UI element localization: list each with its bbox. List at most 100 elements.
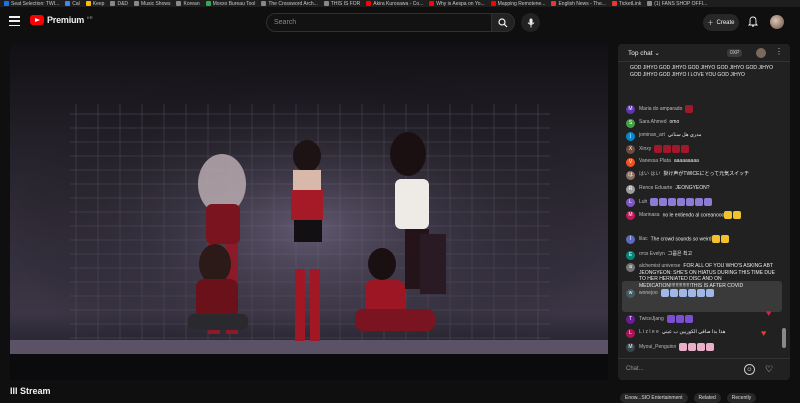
chat-message-body: はい はい 掛け声がTWICEにとって元気スイッチ (639, 171, 749, 178)
chat-author-name[interactable]: Myoui_Penguinn (639, 344, 676, 350)
chat-message[interactable]: M Marinasa no le entiendo al coreanooo (626, 211, 776, 220)
account-avatar[interactable] (770, 15, 784, 29)
chip[interactable]: Enow...SIO Entertainment (620, 393, 688, 403)
chat-mode-label: Top chat (628, 49, 653, 57)
chat-author-name[interactable]: Xinxy (639, 146, 651, 152)
emoji-icon (687, 289, 696, 297)
chat-author-avatar[interactable]: X (626, 145, 635, 154)
chat-author-name[interactable]: Maria do amparado (639, 106, 682, 112)
bookmark-item[interactable]: Cal (65, 1, 80, 7)
bookmark-item[interactable]: Moxxo Bureau Tool (205, 1, 255, 7)
chat-input[interactable]: Chat... (626, 364, 738, 376)
chat-author-avatar[interactable]: V (626, 158, 635, 167)
bookmark-item[interactable]: THIS IS FOR (323, 1, 360, 7)
bookmark-item[interactable]: Music Shows (134, 1, 170, 7)
bookmark-favicon-icon (65, 1, 71, 6)
emoji-icon (678, 289, 687, 297)
chat-message[interactable]: w wonejoo (626, 289, 776, 298)
bookmark-item[interactable]: Mapping Remotene... (490, 1, 545, 7)
bookmarks-bar: Seat Selection: TWI... Cal Keep D&D Music Sh… (0, 0, 800, 7)
points-badge[interactable]: 0XP (727, 49, 743, 57)
chat-author-avatar[interactable]: L (626, 329, 635, 338)
chat-message[interactable]: S Sara Ahmed omo (626, 119, 776, 128)
emoji-icon (688, 343, 697, 351)
chat-author-avatar[interactable]: w (626, 289, 635, 298)
chat-message[interactable]: ははい はい 掛け声がTWICEにとって元気スイッチ (626, 171, 776, 180)
menu-icon[interactable] (9, 16, 20, 26)
chat-author-avatar[interactable]: T (626, 315, 635, 324)
chat-message[interactable]: T TwiceJjang (626, 315, 776, 324)
chat-author-name[interactable]: Marinasa (639, 212, 660, 218)
chat-message[interactable]: L L i z l e e هذا بذا صافي الكوريين ب عيني (626, 329, 776, 338)
chat-message[interactable]: l lilac The crowd sounds so weird (626, 235, 776, 244)
chat-author-avatar[interactable]: R (626, 185, 635, 194)
chat-author-avatar[interactable]: l (626, 235, 635, 244)
chat-author-avatar[interactable]: E (626, 251, 635, 260)
chat-message-body: Luh (639, 198, 713, 206)
chat-message[interactable]: GOD JIHYO GOD JIHYO GOD JIHYO GOD JIHYO … (626, 65, 776, 78)
bookmark-item[interactable]: English News - The... (551, 0, 606, 7)
bookmark-item[interactable]: Keep (85, 1, 104, 7)
youtube-premium-logo[interactable]: Premium KR (30, 15, 93, 25)
video-player[interactable] (10, 44, 608, 380)
chat-author-name[interactable]: wonejoo (639, 290, 658, 296)
chat-message[interactable]: L Luh (626, 198, 776, 207)
chat-author-avatar[interactable]: a (626, 263, 635, 272)
chat-mode-selector[interactable]: Top chat ⌄ (628, 49, 660, 57)
bookmark-item[interactable]: Akira Kurosawa - Co... (366, 1, 423, 7)
bookmark-item[interactable]: The Crossword Arch... (261, 1, 318, 7)
chat-message[interactable]: R Rence Eduarte JEONGYEON? (626, 185, 776, 194)
chat-author-name[interactable]: Sara Ahmed (639, 119, 667, 125)
bookmark-item[interactable]: TicketLink (611, 1, 641, 7)
emoji-icon (697, 343, 706, 351)
chat-message[interactable]: a alchemist universe FOR ALL OF YOU WHO'S … (626, 263, 776, 289)
chat-message[interactable]: V Vanessa Plata aaaaaaaaa (626, 158, 776, 167)
chat-scrollbar[interactable] (782, 78, 786, 348)
chat-message[interactable]: M Myoui_Penguinn (626, 343, 776, 352)
bookmark-item[interactable]: Seat Selection: TWI... (4, 1, 59, 7)
chat-author-avatar[interactable]: S (626, 119, 635, 128)
chat-author-name[interactable]: はい はい (639, 171, 660, 177)
chat-author-name[interactable]: lilac (639, 236, 648, 242)
chat-author-avatar[interactable]: j (626, 132, 635, 141)
chat-author-avatar[interactable]: M (626, 105, 635, 114)
search-button[interactable] (491, 13, 515, 32)
bookmark-favicon-icon (551, 1, 557, 6)
bookmark-label: English News - The... (558, 0, 606, 7)
chat-author-avatar[interactable]: L (626, 198, 635, 207)
chip[interactable]: Related (693, 393, 721, 403)
bookmark-item[interactable]: (1) FANS SHOP OFFI... (647, 1, 707, 7)
more-options-icon[interactable]: ⋮ (775, 47, 783, 56)
notifications-icon[interactable] (747, 16, 759, 29)
logo-country-code: KR (87, 15, 93, 20)
chat-author-name[interactable]: ᴏᴛɪs Evelyn (639, 251, 665, 257)
chat-author-name[interactable]: alchemist universe (639, 263, 680, 269)
chat-message[interactable]: X Xinxy (626, 145, 776, 154)
chat-author-name[interactable]: Luh (639, 199, 647, 205)
chip[interactable]: Recently (726, 393, 757, 403)
chat-author-name[interactable]: Vanessa Plata (639, 158, 671, 164)
chat-author-name[interactable]: jominax_art (639, 132, 665, 138)
bookmark-label: D&D (117, 0, 129, 7)
bookmark-item[interactable]: Why is Aespa on Yo... (429, 1, 485, 7)
chat-author-avatar[interactable]: M (626, 211, 635, 220)
chat-author-avatar[interactable]: M (626, 343, 635, 352)
chat-user-avatar[interactable] (756, 48, 766, 58)
emoji-icon (663, 145, 672, 153)
chat-message[interactable]: Eᴏᴛɪs Evelyn 그룹은 최고 (626, 251, 776, 260)
bookmark-favicon-icon (490, 1, 496, 6)
bookmark-item[interactable]: D&D (110, 1, 128, 7)
emoji-icon (669, 289, 678, 297)
create-button[interactable]: ＋ Create (703, 14, 739, 31)
chat-author-name[interactable]: L i z l e e (639, 329, 659, 335)
bookmark-item[interactable]: Korean (176, 1, 200, 7)
voice-search-button[interactable] (521, 13, 540, 32)
chat-author-avatar[interactable]: は (626, 171, 635, 180)
chat-author-name[interactable]: Rence Eduarte (639, 185, 672, 191)
chat-author-name[interactable]: TwiceJjang (639, 316, 664, 322)
search-input[interactable]: Search (266, 13, 492, 32)
chat-message[interactable]: j jominax_art مدري هل سناني (626, 132, 776, 141)
chat-message[interactable]: M Maria do amparado (626, 105, 776, 114)
heart-reaction-icon[interactable]: ♡ (765, 364, 773, 375)
emoji-icon[interactable]: ☺ (744, 364, 755, 375)
